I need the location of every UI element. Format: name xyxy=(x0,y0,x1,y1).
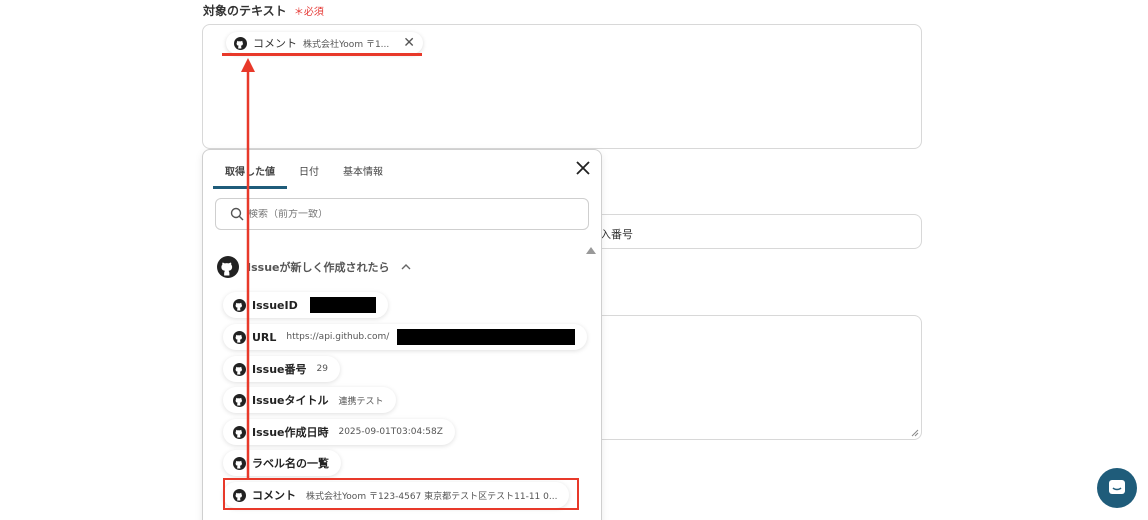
item-label: Issue作成日時 xyxy=(252,426,329,439)
annotation-highlight-box xyxy=(223,478,579,510)
tab-date[interactable]: 日付 xyxy=(287,160,331,189)
item-label: ラベル名の一覧 xyxy=(252,457,329,470)
close-icon[interactable] xyxy=(575,160,591,176)
item-value: 2025-09-01T03:04:58Z xyxy=(338,427,443,437)
group-title: Issueが新しく作成されたら xyxy=(247,261,390,274)
redacted-value xyxy=(397,329,576,345)
github-icon xyxy=(234,36,247,50)
item-value: https://api.github.com/ xyxy=(286,332,390,342)
search-field[interactable] xyxy=(215,198,589,230)
chat-support-button[interactable] xyxy=(1097,468,1137,508)
background-textarea[interactable] xyxy=(590,315,922,440)
field-label-text: 対象のテキスト xyxy=(203,4,287,18)
annotation-arrow xyxy=(241,58,255,478)
scroll-up-arrow-icon[interactable] xyxy=(586,247,596,254)
resize-grip-icon[interactable] xyxy=(911,429,919,437)
chip-value: 株式会社Yoom 〒1... xyxy=(303,39,390,50)
search-input[interactable] xyxy=(248,208,548,220)
item-label: IssueID xyxy=(252,298,298,312)
required-badge: ＊必須 xyxy=(293,7,324,18)
redacted-value xyxy=(309,297,376,313)
item-label: Issueタイトル xyxy=(252,394,329,407)
github-icon xyxy=(217,256,239,278)
variable-picker-panel: 取得した値 日付 基本情報 Issueが新しく作成されたら IssueID UR… xyxy=(202,149,602,520)
tab-basic-info[interactable]: 基本情報 xyxy=(331,160,395,189)
item-label: Issue番号 xyxy=(252,363,307,376)
background-input-text: 入番号 xyxy=(600,228,633,241)
chevron-up-icon[interactable] xyxy=(401,263,411,271)
field-label: 対象のテキスト ＊必須 xyxy=(203,2,324,19)
remove-chip-icon[interactable]: ✕ xyxy=(403,36,415,50)
background-input[interactable] xyxy=(590,214,922,249)
item-value: 29 xyxy=(316,364,328,374)
variable-item-url[interactable]: URL https://api.github.com/ xyxy=(223,324,588,350)
selected-variable-chip[interactable]: コメント 株式会社Yoom 〒1... ✕ xyxy=(226,32,423,54)
chat-icon xyxy=(1109,480,1125,494)
chip-label: コメント xyxy=(253,37,297,50)
item-value: 連携テスト xyxy=(338,396,384,407)
